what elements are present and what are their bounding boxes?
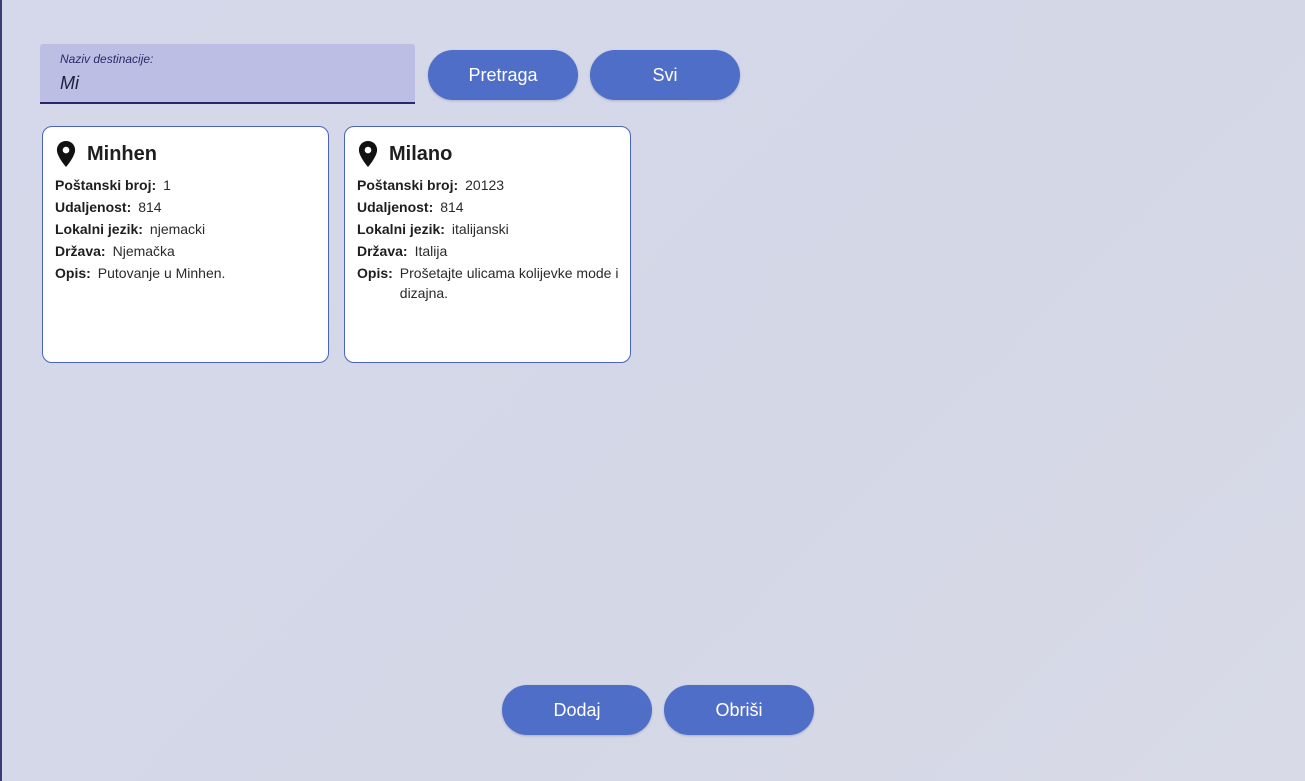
show-all-button[interactable]: Svi — [590, 50, 740, 100]
language-label: Lokalni jezik: — [55, 221, 143, 237]
distance-row: Udaljenost: 814 — [55, 197, 318, 217]
language-row: Lokalni jezik: njemacki — [55, 219, 318, 239]
language-value: italijanski — [451, 221, 509, 237]
country-label: Država: — [357, 243, 408, 259]
location-pin-icon — [56, 141, 76, 167]
country-value: Njemačka — [112, 243, 175, 259]
distance-value: 814 — [138, 199, 162, 215]
postal-value: 1 — [163, 177, 171, 193]
destination-card[interactable]: Minhen Poštanski broj: 1 Udaljenost: 814… — [42, 126, 329, 363]
postal-label: Poštanski broj: — [357, 177, 459, 193]
postal-value: 20123 — [465, 177, 505, 193]
description-row: Opis: Prošetajte ulicama kolijevke mode … — [357, 263, 620, 303]
location-pin-icon — [358, 141, 378, 167]
description-value: Prošetajte ulicama kolijevke mode i diza… — [399, 265, 619, 301]
distance-label: Udaljenost: — [357, 199, 434, 215]
description-label: Opis: — [357, 265, 393, 281]
language-row: Lokalni jezik: italijanski — [357, 219, 620, 239]
country-row: Država: Italija — [357, 241, 620, 261]
postal-label: Poštanski broj: — [55, 177, 157, 193]
country-row: Država: Njemačka — [55, 241, 318, 261]
destination-card[interactable]: Milano Poštanski broj: 20123 Udaljenost:… — [344, 126, 631, 363]
distance-label: Udaljenost: — [55, 199, 132, 215]
language-label: Lokalni jezik: — [357, 221, 445, 237]
description-value: Putovanje u Minhen. — [97, 265, 226, 281]
distance-value: 814 — [440, 199, 464, 215]
country-label: Država: — [55, 243, 106, 259]
language-value: njemacki — [149, 221, 206, 237]
delete-button[interactable]: Obriši — [664, 685, 814, 735]
postal-row: Poštanski broj: 1 — [55, 175, 318, 195]
description-row: Opis: Putovanje u Minhen. — [55, 263, 318, 283]
country-value: Italija — [414, 243, 448, 259]
description-label: Opis: — [55, 265, 91, 281]
distance-row: Udaljenost: 814 — [357, 197, 620, 217]
destination-search-field[interactable]: Naziv destinacije: — [40, 44, 415, 104]
add-button[interactable]: Dodaj — [502, 685, 652, 735]
destination-name: Milano — [389, 142, 453, 165]
search-input[interactable] — [60, 71, 400, 95]
search-button[interactable]: Pretraga — [428, 50, 578, 100]
destination-name: Minhen — [87, 142, 157, 165]
postal-row: Poštanski broj: 20123 — [357, 175, 620, 195]
search-label: Naziv destinacije: — [60, 52, 154, 66]
